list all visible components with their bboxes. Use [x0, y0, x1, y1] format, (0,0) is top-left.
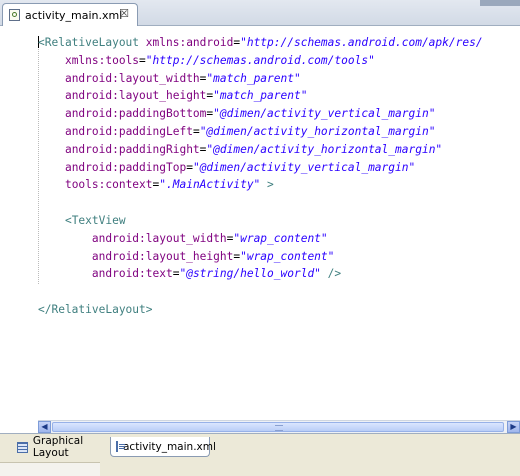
code-token: "match_parent" [206, 71, 301, 85]
tab-bar-strip [480, 0, 520, 6]
code-line[interactable]: tools:context=".MainActivity" > [38, 176, 483, 194]
code-token: "@dimen/activity_horizontal_margin" [206, 142, 443, 156]
code-line[interactable]: android:layout_width="wrap_content" [38, 230, 483, 248]
xml-file-icon [9, 9, 20, 21]
code-token: > [260, 178, 274, 192]
tab-graphical-layout[interactable]: Graphical Layout [12, 435, 110, 459]
code-token: /> [320, 267, 342, 281]
code-token: "@dimen/activity_vertical_margin" [213, 107, 436, 121]
tab-xml-source-label: activity_main.xml [123, 440, 216, 453]
code-text[interactable]: <RelativeLayout xmlns:android="http://sc… [38, 34, 483, 319]
code-token: "wrap_content" [233, 231, 328, 245]
scrollbar-thumb[interactable] [52, 422, 504, 432]
code-token: "http://schemas.android.com/apk/res/ [240, 36, 483, 49]
code-line[interactable]: android:layout_width="match_parent" [38, 70, 483, 88]
code-token: "@string/hello_world" [179, 267, 321, 281]
code-token: android:paddingBottom [64, 107, 207, 121]
xml-source-icon [116, 441, 125, 452]
close-tab-icon[interactable]: ☒ [119, 8, 129, 20]
scrollbar-grip [275, 425, 283, 431]
status-strip [0, 462, 100, 476]
code-token: = [139, 53, 146, 67]
code-line[interactable]: android:paddingRight="@dimen/activity_ho… [38, 141, 483, 159]
code-line[interactable]: </RelativeLayout> [38, 301, 483, 319]
code-line[interactable]: <TextView [38, 212, 483, 230]
code-token: android:paddingRight [64, 142, 200, 156]
code-area[interactable]: <RelativeLayout xmlns:android="http://sc… [0, 26, 520, 420]
xml-editor: activity_main.xml ☒ <RelativeLayout xmln… [0, 0, 520, 476]
code-token: </RelativeLayout> [38, 302, 153, 316]
code-token: "http://schemas.android.com/tools" [145, 53, 375, 67]
code-line[interactable]: android:paddingLeft="@dimen/activity_hor… [38, 123, 483, 141]
code-line[interactable] [38, 283, 483, 301]
code-token: = [186, 160, 193, 174]
code-token: android:layout_height [64, 89, 207, 103]
code-line[interactable]: android:paddingBottom="@dimen/activity_v… [38, 105, 483, 123]
scroll-left-icon[interactable]: ◀ [38, 421, 51, 433]
code-line[interactable]: <RelativeLayout xmlns:android="http://sc… [38, 34, 483, 52]
code-token: <TextView [64, 213, 126, 227]
code-token: android:layout_height [91, 249, 234, 263]
code-token: android:layout_width [64, 71, 200, 85]
code-line[interactable]: android:text="@string/hello_world" /> [38, 265, 483, 283]
code-token: android:paddingLeft [64, 124, 193, 138]
code-line[interactable]: android:layout_height="wrap_content" [38, 248, 483, 266]
code-token: android:layout_width [91, 231, 227, 245]
tab-xml-source[interactable]: activity_main.xml [110, 437, 216, 457]
code-line[interactable]: xmlns:tools="http://schemas.android.com/… [38, 52, 483, 70]
editor-tab-label: activity_main.xml [25, 8, 123, 22]
code-token: "@dimen/activity_vertical_margin" [192, 160, 416, 174]
code-token: ".MainActivity" [159, 178, 261, 192]
code-token: "wrap_content" [240, 249, 335, 263]
editor-tab-bar: activity_main.xml ☒ [0, 0, 520, 26]
editor-tab-activity-main[interactable]: activity_main.xml ☒ [2, 3, 138, 26]
code-token: xmlns:tools [64, 53, 140, 67]
line-ruler [0, 26, 30, 420]
code-token: <RelativeLayout [38, 36, 146, 49]
code-token: xmlns:android [145, 36, 234, 49]
code-token: = [192, 124, 200, 138]
code-token: android:text [91, 267, 173, 281]
code-token: "@dimen/activity_horizontal_margin" [199, 124, 436, 138]
scroll-right-icon[interactable]: ▶ [507, 421, 520, 433]
code-line[interactable]: android:paddingTop="@dimen/activity_vert… [38, 159, 483, 177]
code-token: "match_parent" [213, 89, 308, 103]
layout-icon [17, 441, 28, 453]
code-line[interactable] [38, 194, 483, 212]
code-token: tools:context [64, 178, 153, 192]
tab-graphical-layout-label: Graphical Layout [32, 435, 84, 459]
horizontal-scrollbar[interactable]: ◀ ▶ [38, 420, 520, 433]
code-line[interactable]: android:layout_height="match_parent" [38, 87, 483, 105]
code-token: android:paddingTop [64, 160, 187, 174]
